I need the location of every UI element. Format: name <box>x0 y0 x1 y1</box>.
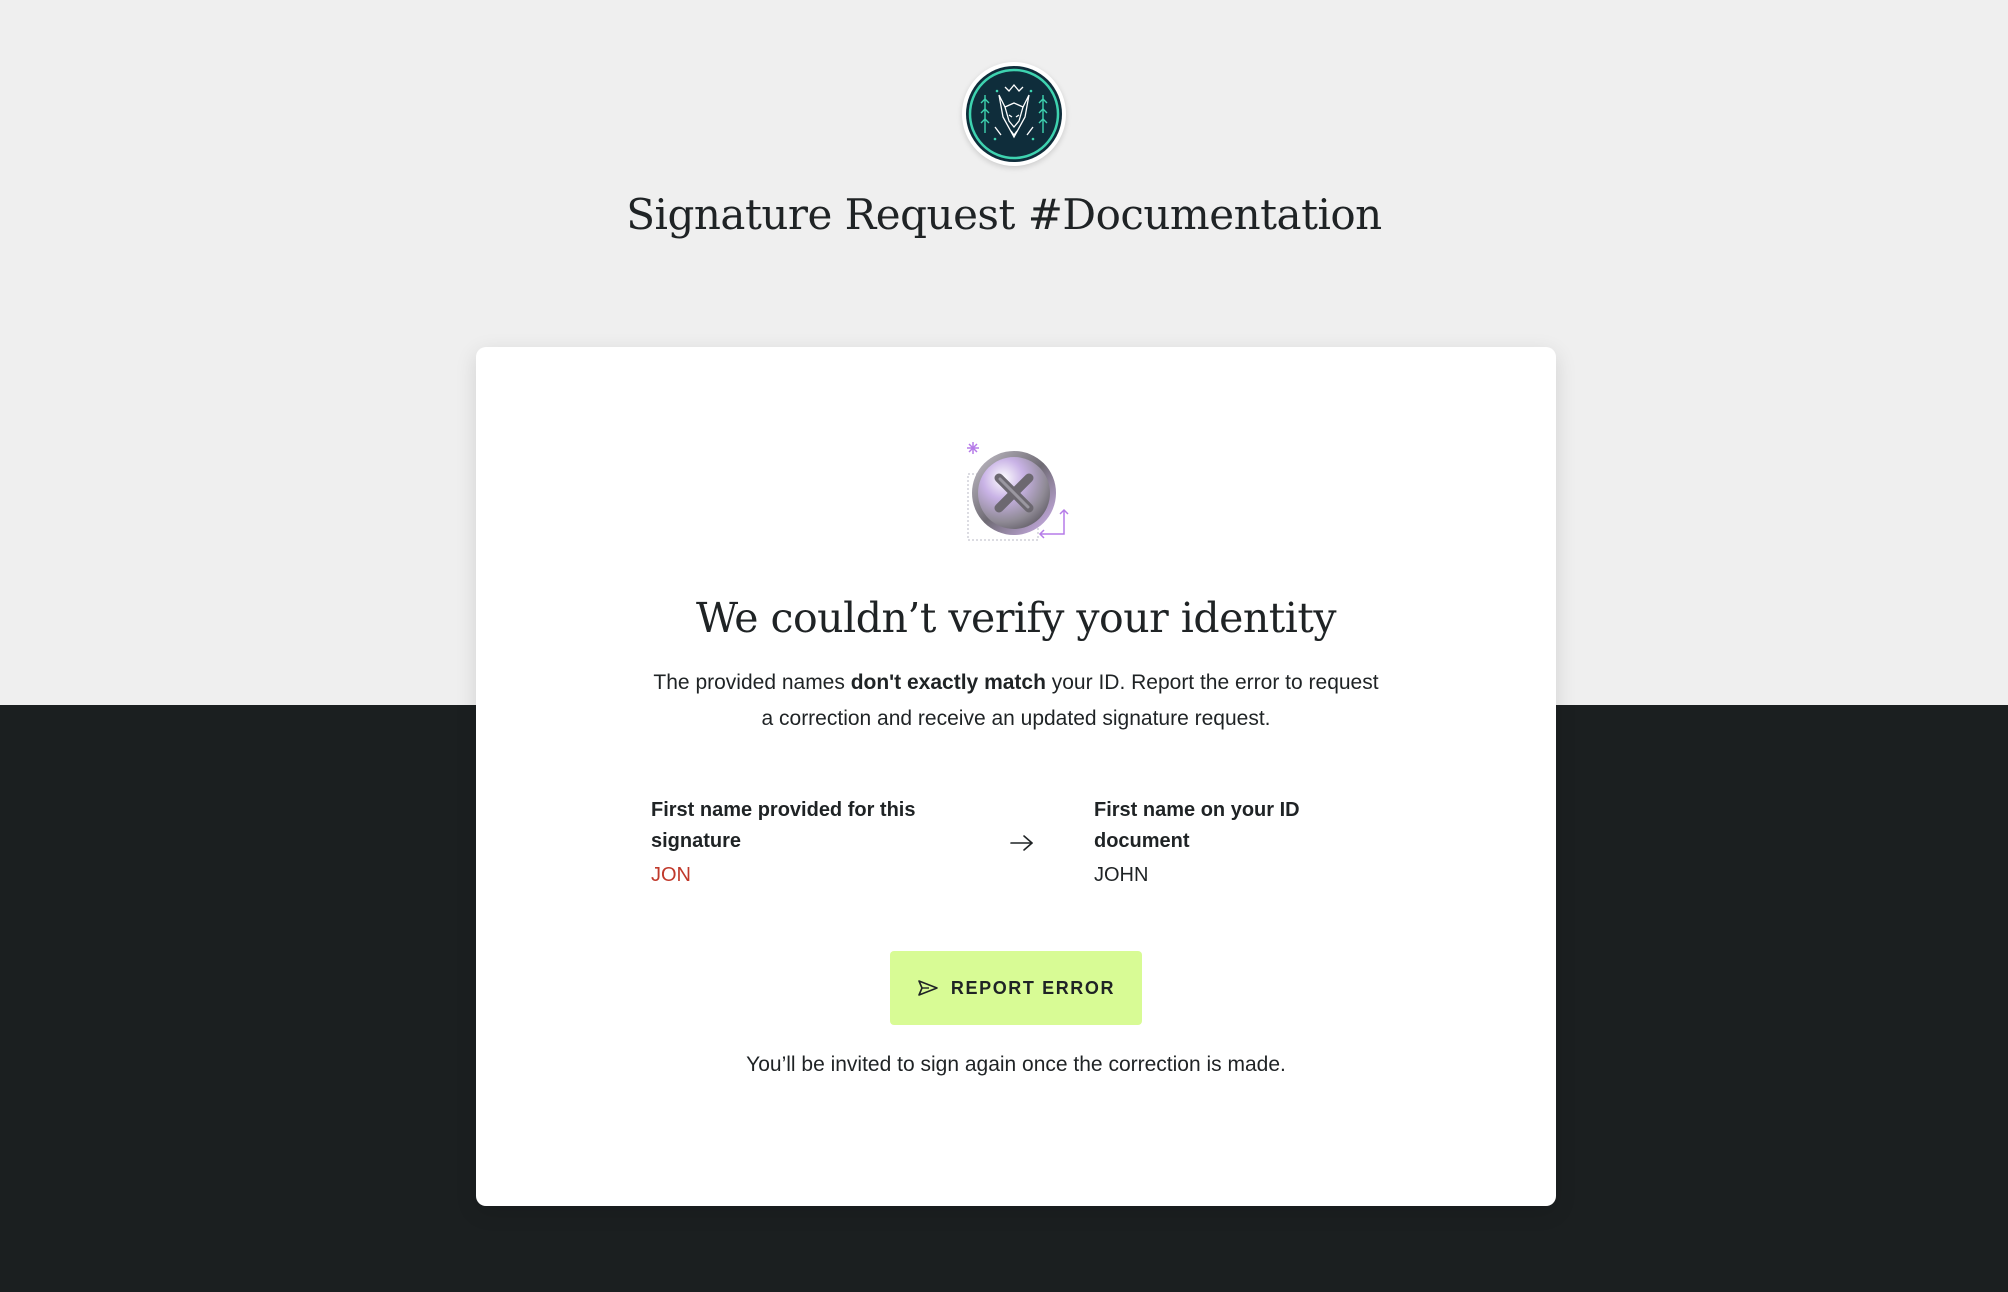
description-emphasis: don't exactly match <box>850 671 1046 694</box>
error-x-icon <box>962 442 1072 546</box>
provided-name-label: First name provided for this signature <box>651 799 916 852</box>
mismatch-description: The provided names don't exactly match y… <box>646 665 1386 737</box>
page: Signature Request #Documentation We coul… <box>0 0 2008 1292</box>
id-document-name-label: First name on your ID document <box>1094 799 1300 852</box>
id-document-name-value: JOHN <box>1094 864 1149 886</box>
verification-card: We couldn’t verify your identity The pro… <box>476 347 1556 1206</box>
description-text-before: The provided names <box>653 671 851 694</box>
arrow-right-icon <box>1010 835 1033 851</box>
fox-emblem-icon <box>966 66 1062 162</box>
report-error-button[interactable]: REPORT ERROR <box>890 951 1142 1025</box>
provided-name-field: First name provided for this signature J… <box>651 795 951 890</box>
name-comparison: First name provided for this signature J… <box>651 795 1391 905</box>
id-document-name-field: First name on your ID document JOHN <box>1094 795 1394 890</box>
report-error-label: REPORT ERROR <box>950 977 1116 998</box>
provided-name-value: JON <box>651 864 691 886</box>
correction-footnote: You’ll be invited to sign again once the… <box>746 1053 1286 1076</box>
send-icon <box>917 979 939 997</box>
card-title: We couldn’t verify your identity <box>695 594 1337 642</box>
page-title: Signature Request #Documentation <box>626 190 1382 239</box>
company-logo <box>962 62 1066 166</box>
